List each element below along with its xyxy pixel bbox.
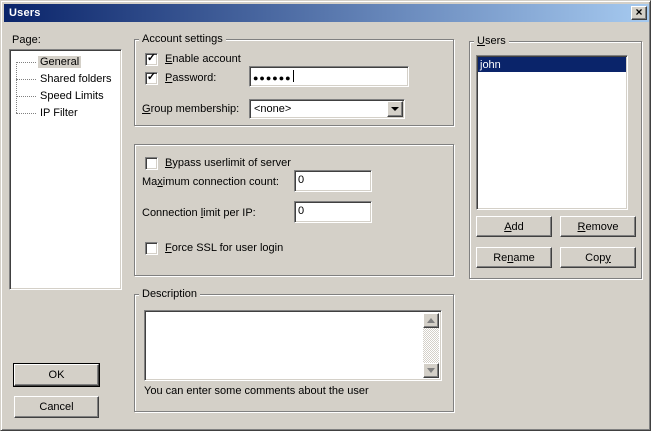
tree-item-label: Speed Limits — [38, 90, 106, 102]
rename-user-button[interactable]: Rename — [476, 247, 552, 268]
tree-item-label: IP Filter — [38, 107, 80, 119]
max-connection-count-input[interactable]: 0 — [294, 170, 372, 192]
page-label: Page: — [12, 34, 41, 46]
copy-user-button[interactable]: Copy — [560, 247, 636, 268]
scroll-down-icon — [427, 368, 435, 373]
connection-limit-per-ip-label: Connection limit per IP: — [142, 207, 256, 219]
user-list-item[interactable]: john — [478, 57, 626, 72]
enable-account-checkbox[interactable]: ✓ — [145, 53, 158, 66]
remove-user-button[interactable]: Remove — [560, 216, 636, 237]
account-settings-title: Account settings — [139, 33, 226, 45]
scroll-up-button[interactable] — [423, 313, 439, 328]
connection-limit-per-ip-input[interactable]: 0 — [294, 201, 372, 223]
force-ssl-checkbox-row[interactable]: Force SSL for user login — [145, 242, 283, 255]
checkmark-icon: ✓ — [147, 53, 156, 64]
connection-settings-group: Bypass userlimit of server Maximum conne… — [134, 144, 454, 276]
users-listbox[interactable]: john — [476, 55, 628, 210]
scroll-down-button[interactable] — [423, 363, 439, 378]
window-title: Users — [9, 7, 41, 19]
password-masked-value: ●●●●●● — [253, 73, 292, 83]
chevron-down-icon — [391, 107, 399, 111]
bypass-userlimit-checkbox[interactable] — [145, 157, 158, 170]
tree-item-general[interactable]: General — [10, 53, 121, 70]
checkmark-icon: ✓ — [147, 72, 156, 83]
password-checkbox[interactable]: ✓ — [145, 72, 158, 85]
description-title: Description — [139, 288, 200, 300]
tree-item-shared-folders[interactable]: Shared folders — [10, 70, 121, 87]
max-connection-count-value: 0 — [298, 174, 304, 186]
title-bar[interactable]: Users × — [4, 4, 649, 22]
tree-item-label: Shared folders — [38, 73, 114, 85]
scroll-up-icon — [427, 318, 435, 323]
textarea-scrollbar[interactable] — [423, 313, 439, 378]
description-textarea[interactable] — [144, 310, 442, 381]
description-group: Description You can enter some comments … — [134, 294, 454, 412]
close-icon: × — [635, 7, 642, 17]
cancel-button[interactable]: Cancel — [14, 396, 99, 418]
account-settings-group: Account settings ✓ Enable account ✓ Pass… — [134, 39, 454, 126]
text-cursor — [293, 70, 294, 82]
users-group-title: Users — [474, 35, 509, 47]
users-dialog: Users × Page: General Shared folders Spe… — [0, 0, 651, 431]
ok-button-label: OK — [49, 369, 65, 381]
users-group: Users john Add Remove Rename Copy — [469, 41, 642, 279]
tree-item-label: General — [38, 56, 81, 68]
password-checkbox-row[interactable]: ✓ Password: — [145, 72, 216, 85]
description-hint: You can enter some comments about the us… — [144, 385, 369, 397]
enable-account-checkbox-row[interactable]: ✓ Enable account — [145, 53, 241, 66]
close-button[interactable]: × — [631, 6, 647, 20]
user-name: john — [480, 59, 501, 71]
bypass-userlimit-checkbox-row[interactable]: Bypass userlimit of server — [145, 157, 291, 170]
tree-item-speed-limits[interactable]: Speed Limits — [10, 87, 121, 104]
cancel-button-label: Cancel — [39, 401, 73, 413]
page-tree[interactable]: General Shared folders Speed Limits IP F… — [9, 49, 122, 290]
dropdown-button[interactable] — [387, 101, 403, 117]
tree-item-ip-filter[interactable]: IP Filter — [10, 104, 121, 121]
force-ssl-checkbox[interactable] — [145, 242, 158, 255]
group-membership-label: Group membership: — [142, 103, 239, 115]
add-user-button[interactable]: Add — [476, 216, 552, 237]
connection-limit-per-ip-value: 0 — [298, 205, 304, 217]
group-membership-select[interactable]: <none> — [249, 99, 405, 119]
password-input[interactable]: ●●●●●● — [249, 66, 409, 87]
ok-button[interactable]: OK — [14, 364, 99, 386]
max-connection-count-label: Maximum connection count: — [142, 176, 279, 188]
group-membership-value: <none> — [254, 103, 291, 115]
